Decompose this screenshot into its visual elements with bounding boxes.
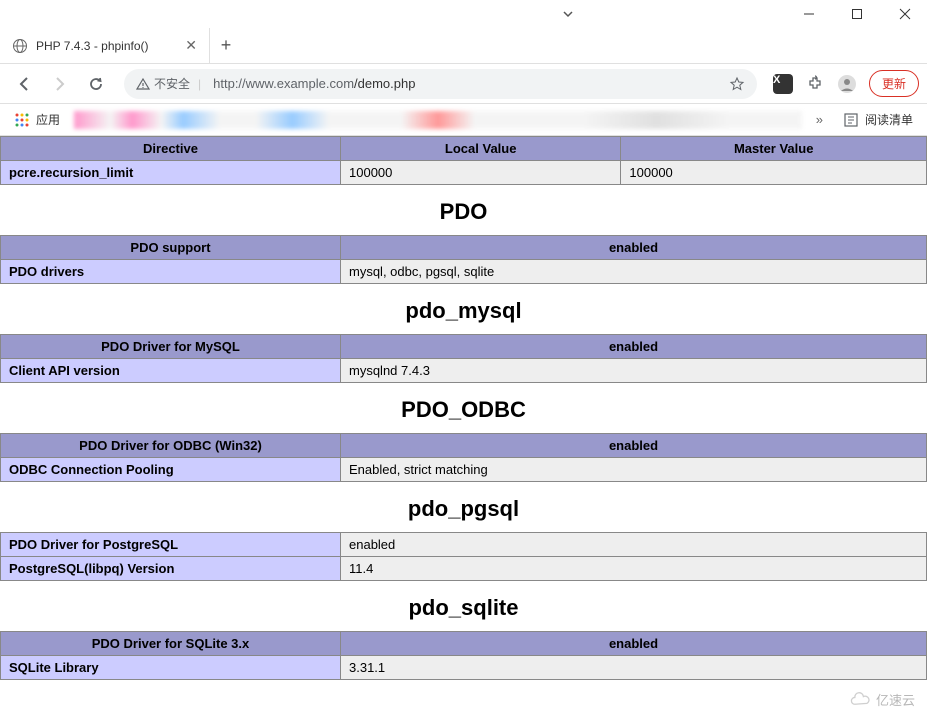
omnibox[interactable]: 不安全 | http://www.example.com/demo.php [124, 69, 757, 99]
globe-icon [12, 38, 28, 54]
blurred-bookmarks [74, 111, 802, 129]
table-row: PDO Driver for PostgreSQL enabled [1, 533, 927, 557]
pgsql-version-label: PostgreSQL(libpq) Version [1, 557, 341, 581]
address-bar: 不安全 | http://www.example.com/demo.php X … [0, 64, 927, 104]
pgsql-driver-value: enabled [341, 533, 927, 557]
mysql-driver-value: enabled [341, 335, 927, 359]
sqlite-lib-value: 3.31.1 [341, 656, 927, 680]
pgsql-driver-label: PDO Driver for PostgreSQL [1, 533, 341, 557]
extensions-menu-icon[interactable] [801, 70, 829, 98]
apps-label: 应用 [36, 111, 60, 128]
reading-list-icon [843, 112, 859, 128]
header-master-value: Master Value [621, 137, 927, 161]
reading-list-button[interactable]: 阅读清单 [837, 111, 919, 128]
sqlite-driver-label: PDO Driver for SQLite 3.x [1, 632, 341, 656]
pdo-table: PDO support enabled PDO drivers mysql, o… [0, 235, 927, 284]
pdo-mysql-table: PDO Driver for MySQL enabled Client API … [0, 334, 927, 383]
pdo-odbc-table: PDO Driver for ODBC (Win32) enabled ODBC… [0, 433, 927, 482]
apps-grid-icon [14, 112, 30, 128]
mysql-api-label: Client API version [1, 359, 341, 383]
table-row: PostgreSQL(libpq) Version 11.4 [1, 557, 927, 581]
directive-name: pcre.recursion_limit [1, 161, 341, 185]
mysql-api-value: mysqlnd 7.4.3 [341, 359, 927, 383]
pdo-support-value: enabled [341, 236, 927, 260]
cloud-icon [848, 692, 872, 708]
close-tab-icon[interactable]: ✕ [185, 37, 197, 54]
odbc-pool-value: Enabled, strict matching [341, 458, 927, 482]
page-content: Directive Local Value Master Value pcre.… [0, 136, 927, 680]
odbc-pool-label: ODBC Connection Pooling [1, 458, 341, 482]
window-controls [0, 0, 927, 28]
section-title-pdo: PDO [0, 185, 927, 235]
tab-title: PHP 7.4.3 - phpinfo() [36, 39, 177, 53]
maximize-button[interactable] [843, 4, 871, 24]
odbc-driver-value: enabled [341, 434, 927, 458]
section-title-pdo-mysql: pdo_mysql [0, 284, 927, 334]
reload-button[interactable] [80, 68, 112, 100]
back-button[interactable] [8, 68, 40, 100]
master-value: 100000 [621, 161, 927, 185]
section-title-pdo-sqlite: pdo_sqlite [0, 581, 927, 631]
table-row: PDO drivers mysql, odbc, pgsql, sqlite [1, 260, 927, 284]
warning-triangle-icon [136, 77, 150, 91]
tab-bar: PHP 7.4.3 - phpinfo() ✕ + [0, 28, 927, 64]
collapse-caret-icon[interactable] [561, 7, 575, 21]
update-button[interactable]: 更新 [869, 70, 919, 97]
pdo-drivers-label: PDO drivers [1, 260, 341, 284]
close-window-button[interactable] [891, 4, 919, 24]
pdo-pgsql-table: PDO Driver for PostgreSQL enabled Postgr… [0, 532, 927, 581]
pdo-sqlite-table: PDO Driver for SQLite 3.x enabled SQLite… [0, 631, 927, 680]
watermark-text: 亿速云 [876, 690, 915, 709]
section-title-pdo-odbc: PDO_ODBC [0, 383, 927, 433]
url-host: http://www.example.com [213, 76, 354, 91]
table-row: ODBC Connection Pooling Enabled, strict … [1, 458, 927, 482]
browser-tab[interactable]: PHP 7.4.3 - phpinfo() ✕ [0, 28, 210, 64]
bookmarks-bar: 应用 » 阅读清单 [0, 104, 927, 136]
apps-button[interactable]: 应用 [8, 111, 66, 128]
section-title-pdo-pgsql: pdo_pgsql [0, 482, 927, 532]
url-text: http://www.example.com/demo.php [213, 76, 721, 91]
reading-list-label: 阅读清单 [865, 111, 913, 128]
pdo-drivers-value: mysql, odbc, pgsql, sqlite [341, 260, 927, 284]
url-path: /demo.php [354, 76, 415, 91]
table-row: pcre.recursion_limit 100000 100000 [1, 161, 927, 185]
minimize-button[interactable] [795, 4, 823, 24]
pdo-support-label: PDO support [1, 236, 341, 260]
header-directive: Directive [1, 137, 341, 161]
security-label: 不安全 [154, 75, 190, 92]
directive-header-table: Directive Local Value Master Value pcre.… [0, 136, 927, 185]
local-value: 100000 [341, 161, 621, 185]
profile-avatar-icon[interactable] [833, 70, 861, 98]
overflow-chevron-icon[interactable]: » [810, 112, 829, 127]
new-tab-button[interactable]: + [210, 35, 242, 56]
header-local-value: Local Value [341, 137, 621, 161]
table-row: SQLite Library 3.31.1 [1, 656, 927, 680]
pgsql-version-value: 11.4 [341, 557, 927, 581]
security-warning[interactable]: 不安全 | [136, 75, 205, 92]
sqlite-lib-label: SQLite Library [1, 656, 341, 680]
watermark: 亿速云 [848, 690, 915, 709]
mysql-driver-label: PDO Driver for MySQL [1, 335, 341, 359]
bookmark-star-icon[interactable] [729, 76, 745, 92]
table-row: Client API version mysqlnd 7.4.3 [1, 359, 927, 383]
odbc-driver-label: PDO Driver for ODBC (Win32) [1, 434, 341, 458]
sqlite-driver-value: enabled [341, 632, 927, 656]
forward-button[interactable] [44, 68, 76, 100]
extension-icon-dark[interactable]: X [769, 70, 797, 98]
